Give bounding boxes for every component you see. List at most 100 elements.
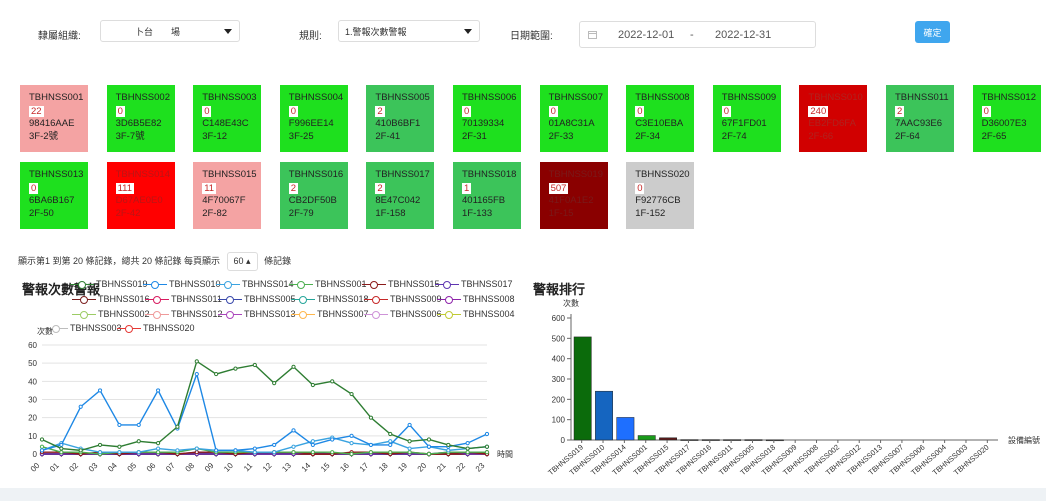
- tile-alarm-count: 1: [462, 182, 472, 194]
- tile-device-code: D67AE0E0: [115, 195, 163, 206]
- legend-item[interactable]: TBHNSS005: [218, 294, 296, 305]
- data-point: [291, 450, 296, 455]
- tile-device-code: CB2DF50B: [288, 195, 337, 206]
- data-point: [39, 444, 45, 449]
- data-point: [484, 444, 490, 449]
- legend-item[interactable]: TBHNSS013: [218, 309, 296, 320]
- x-tick-label: 23: [474, 461, 487, 474]
- x-tick-label: 16: [338, 461, 351, 474]
- data-point: [426, 451, 432, 457]
- device-tile[interactable]: TBHNSS004 0 F996EE14 3F-25: [279, 85, 348, 152]
- device-tile[interactable]: TBHNSS009 0 67F1FD01 2F-74: [712, 85, 781, 152]
- device-tile[interactable]: TBHNSS020 0 F92776CB 1F-152: [626, 162, 695, 229]
- org-label: 隸屬組織:: [38, 31, 81, 42]
- footer-strip: [0, 488, 1046, 501]
- device-tile[interactable]: TBHNSS015 11 4F70067F 2F-82: [193, 162, 262, 229]
- confirm-button[interactable]: 確定: [915, 21, 950, 43]
- date-range-input[interactable]: 2022-12-01 - 2022-12-31: [579, 21, 816, 48]
- bar[interactable]: [616, 417, 635, 441]
- legend-item[interactable]: TBHNSS009: [364, 294, 442, 305]
- tile-device-code: 01A8C31A: [548, 118, 595, 129]
- data-point: [388, 450, 393, 455]
- legend-item[interactable]: TBHNSS019: [70, 279, 148, 290]
- bar[interactable]: [659, 437, 678, 441]
- legend-swatch: [145, 295, 169, 305]
- bar[interactable]: [680, 439, 699, 441]
- date-end: 2022-12-31: [715, 29, 772, 41]
- data-point: [368, 450, 374, 455]
- legend-item[interactable]: TBHNSS017: [435, 279, 513, 290]
- date-separator: -: [690, 29, 694, 41]
- device-tile[interactable]: TBHNSS013 0 6BA6B167 2F-50: [20, 162, 88, 229]
- device-tile[interactable]: TBHNSS003 0 C148E43C 3F-12: [193, 85, 262, 152]
- bar-chart-xlabel: 設備編號: [1008, 435, 1040, 445]
- page-size-select[interactable]: 60 ▴: [226, 252, 258, 271]
- tile-name: TBHNSS012: [981, 92, 1036, 103]
- device-tile[interactable]: TBHNSS007 0 01A8C31A 2F-33: [539, 85, 608, 152]
- data-point: [330, 437, 335, 442]
- data-point: [272, 442, 277, 448]
- tile-name: TBHNSS008: [635, 92, 690, 103]
- legend-item[interactable]: TBHNSS006: [364, 309, 442, 320]
- legend-item[interactable]: TBHNSS015: [362, 279, 440, 290]
- tile-location: 2F-74: [721, 130, 747, 142]
- bar[interactable]: [573, 336, 592, 441]
- device-tile[interactable]: TBHNSS001 22 98416AAE 3F-2號: [20, 85, 88, 152]
- data-point: [194, 359, 199, 364]
- rule-select[interactable]: 1.警報次數警報: [338, 20, 480, 42]
- legend-label: TBHNSS012: [171, 309, 223, 319]
- bar[interactable]: [637, 435, 656, 441]
- x-tick-label: 06: [145, 461, 158, 474]
- legend-item[interactable]: TBHNSS010: [143, 279, 221, 290]
- device-tile[interactable]: TBHNSS011 2 7AAC93E6 2F-64: [886, 85, 954, 152]
- legend-item[interactable]: TBHNSS008: [437, 294, 515, 305]
- y-tick-label: 400: [552, 355, 566, 364]
- device-tile[interactable]: TBHNSS016 2 CB2DF50B 2F-79: [279, 162, 348, 229]
- device-tile[interactable]: TBHNSS005 2 410B6BF1 2F-41: [366, 85, 435, 152]
- legend-label: TBHNSS011: [171, 294, 222, 304]
- device-tile[interactable]: TBHNSS002 0 3D6B5E82 3F-7號: [106, 85, 175, 152]
- legend-item[interactable]: TBHNSS012: [145, 309, 223, 320]
- data-point: [446, 442, 451, 448]
- legend-item[interactable]: TBHNSS018: [291, 294, 369, 305]
- bar[interactable]: [701, 439, 720, 441]
- legend-item[interactable]: TBHNSS001: [289, 279, 367, 290]
- data-point: [155, 441, 161, 446]
- device-tile[interactable]: TBHNSS012 0 D36007E3 2F-65: [972, 85, 1041, 152]
- legend-item[interactable]: TBHNSS011: [145, 294, 222, 305]
- legend-item[interactable]: TBHNSS007: [291, 309, 369, 320]
- x-tick-label: 12: [261, 461, 274, 474]
- tile-name: TBHNSS009: [721, 92, 777, 103]
- device-tile[interactable]: TBHNSS010 240 EB2FD6FA 2F-66: [799, 85, 868, 152]
- device-tile[interactable]: TBHNSS008 0 C3E10EBA 2F-34: [626, 85, 695, 152]
- tile-name: TBHNSS015: [202, 169, 257, 180]
- tile-alarm-count: 0: [721, 105, 732, 117]
- tile-device-code: D36007E3: [981, 118, 1027, 129]
- data-point: [194, 371, 199, 377]
- bar[interactable]: [595, 390, 613, 441]
- bar[interactable]: [765, 439, 784, 442]
- bar[interactable]: [744, 439, 763, 441]
- data-point: [214, 371, 219, 377]
- tile-name: TBHNSS002: [115, 92, 170, 103]
- x-tick-label: 09: [203, 461, 216, 474]
- legend-item[interactable]: TBHNSS014: [216, 279, 294, 290]
- device-tile[interactable]: TBHNSS018 1 401165FB 1F-133: [453, 162, 521, 229]
- legend-item[interactable]: TBHNSS002: [72, 309, 150, 320]
- device-tile[interactable]: TBHNSS019 507 41F0A1E2 1F-15: [539, 162, 608, 229]
- series-line: [41, 371, 488, 452]
- tile-device-code: C3E10EBA: [635, 118, 684, 129]
- device-tile[interactable]: TBHNSS006 0 70139334 2F-31: [453, 85, 521, 152]
- legend-item[interactable]: TBHNSS016: [72, 294, 150, 305]
- device-tile[interactable]: TBHNSS014 111 D67AE0E0 2F-42: [106, 162, 175, 229]
- org-select[interactable]: 卜台 場: [100, 20, 240, 42]
- tile-device-code: 410B6BF1: [375, 118, 421, 129]
- tile-device-code: 7AAC93E6: [895, 118, 943, 129]
- date-label: 日期範圍:: [510, 31, 553, 42]
- tile-location: 2F-33: [548, 130, 574, 142]
- x-tick-label: 03: [87, 461, 100, 474]
- device-tile[interactable]: TBHNSS017 2 8E47C042 1F-158: [366, 162, 435, 229]
- bar[interactable]: [723, 439, 742, 441]
- data-point: [97, 450, 103, 455]
- legend-item[interactable]: TBHNSS004: [437, 309, 515, 320]
